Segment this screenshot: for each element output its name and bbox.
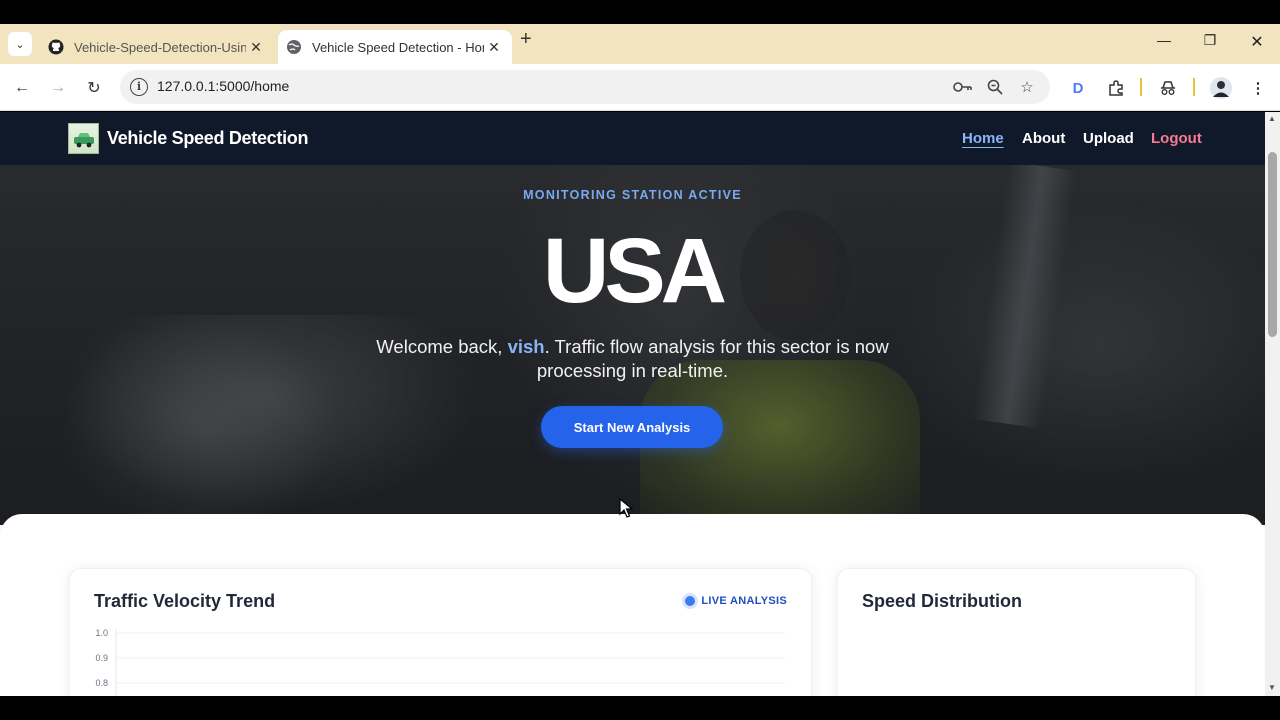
back-icon[interactable]: ← xyxy=(10,76,34,100)
reload-icon[interactable]: ↻ xyxy=(82,76,106,100)
browser-toolbar: ← → ↻ i 127.0.0.1:5000/home ☆ D ⋮ xyxy=(0,64,1280,111)
nav-logout-link[interactable]: Logout xyxy=(1151,130,1202,147)
scrollbar-thumb[interactable] xyxy=(1268,152,1277,337)
incognito-icon[interactable] xyxy=(1156,76,1180,100)
globe-icon xyxy=(286,39,302,55)
close-tab-icon[interactable]: ✕ xyxy=(484,39,504,56)
y-tick-label: 1.0 xyxy=(95,628,108,638)
toolbar-divider xyxy=(1193,78,1195,96)
y-tick-label: 0.8 xyxy=(95,678,108,688)
speed-distribution-card: Speed Distribution xyxy=(837,568,1196,696)
zoom-icon[interactable] xyxy=(985,78,1005,96)
forward-icon[interactable]: → xyxy=(46,76,70,100)
extensions-puzzle-icon[interactable] xyxy=(1104,76,1128,100)
tab-vehicle-speed[interactable]: Vehicle Speed Detection - Hom ✕ xyxy=(278,30,512,64)
brand-name[interactable]: Vehicle Speed Detection xyxy=(107,128,308,149)
site-info-icon[interactable]: i xyxy=(130,78,148,96)
nav-about-link[interactable]: About xyxy=(1022,130,1065,147)
username: vish xyxy=(507,336,545,357)
velocity-trend-chart: 1.0 0.9 0.8 xyxy=(95,628,785,696)
dashboard-content: Traffic Velocity Trend LIVE ANALYSIS 1.0… xyxy=(0,514,1265,696)
y-tick-label: 0.9 xyxy=(95,653,108,663)
welcome-suffix: . Traffic flow analysis for this sector … xyxy=(536,336,889,381)
tab-title: Vehicle-Speed-Detection-Using xyxy=(74,39,246,55)
restore-icon[interactable]: ❐ xyxy=(1198,32,1222,49)
password-key-icon[interactable] xyxy=(953,78,973,96)
page-scrollbar[interactable]: ▲ ▼ xyxy=(1265,112,1280,696)
live-analysis-badge: LIVE ANALYSIS xyxy=(685,595,787,607)
welcome-prefix: Welcome back, xyxy=(376,336,508,357)
screen: ⌄ Vehicle-Speed-Detection-Using ✕ Vehicl… xyxy=(0,0,1280,720)
nav-upload-link[interactable]: Upload xyxy=(1083,130,1134,147)
hero-title: USA xyxy=(542,220,727,322)
toolbar-divider xyxy=(1140,78,1142,96)
card-title: Speed Distribution xyxy=(862,591,1023,611)
browser-menu-icon[interactable]: ⋮ xyxy=(1246,76,1270,100)
brand-logo-icon[interactable] xyxy=(68,123,99,154)
tab-strip: ⌄ Vehicle-Speed-Detection-Using ✕ Vehicl… xyxy=(0,24,1280,64)
nav-home-link[interactable]: Home xyxy=(962,130,1004,147)
live-badge-label: LIVE ANALYSIS xyxy=(701,595,787,607)
new-tab-icon[interactable]: + xyxy=(520,28,532,51)
velocity-trend-card: Traffic Velocity Trend LIVE ANALYSIS 1.0… xyxy=(69,568,812,696)
scroll-down-icon[interactable]: ▼ xyxy=(1268,683,1276,692)
site-navbar: Vehicle Speed Detection Home About Uploa… xyxy=(0,112,1265,165)
url-text: 127.0.0.1:5000/home xyxy=(157,78,290,94)
card-title: Traffic Velocity Trend xyxy=(94,591,276,611)
scroll-up-icon[interactable]: ▲ xyxy=(1268,114,1276,123)
extension-d-icon[interactable]: D xyxy=(1066,76,1090,100)
address-bar[interactable]: i 127.0.0.1:5000/home ☆ xyxy=(120,70,1050,104)
tab-github[interactable]: Vehicle-Speed-Detection-Using ✕ xyxy=(40,30,274,64)
bookmark-star-icon[interactable]: ☆ xyxy=(1017,78,1037,96)
tab-title: Vehicle Speed Detection - Hom xyxy=(312,39,484,55)
mouse-cursor-icon xyxy=(619,498,633,518)
hero-status-kicker: MONITORING STATION ACTIVE xyxy=(523,188,742,202)
hero-welcome-text: Welcome back, vish. Traffic flow analysi… xyxy=(370,335,895,383)
profile-avatar[interactable] xyxy=(1209,76,1233,100)
github-icon xyxy=(48,39,64,55)
close-tab-icon[interactable]: ✕ xyxy=(246,39,266,56)
tab-search-dropdown-icon[interactable]: ⌄ xyxy=(8,32,32,56)
live-dot-icon xyxy=(685,596,696,606)
close-window-icon[interactable]: ✕ xyxy=(1245,32,1269,52)
minimize-icon[interactable]: — xyxy=(1152,32,1176,48)
start-new-analysis-button[interactable]: Start New Analysis xyxy=(541,406,723,448)
page-viewport: Vehicle Speed Detection Home About Uploa… xyxy=(0,112,1265,696)
hero-section: MONITORING STATION ACTIVE USA Welcome ba… xyxy=(0,165,1265,525)
